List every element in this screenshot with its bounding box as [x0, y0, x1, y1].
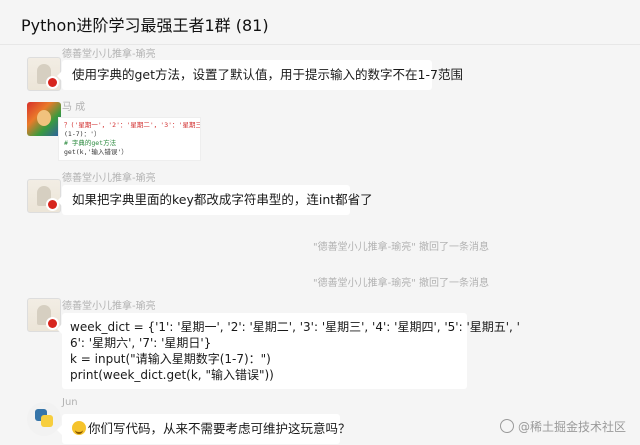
- avatar[interactable]: [27, 57, 61, 91]
- watermark: @稀土掘金技术社区: [499, 418, 626, 435]
- python-logo-yellow: [41, 415, 53, 427]
- group-title[interactable]: Python进阶学习最强王者1群 (81): [21, 12, 269, 36]
- message-text: 如果把字典里面的key都改成字符串型的，连int都省了: [72, 192, 373, 207]
- message-list[interactable]: 德善堂小儿推拿-瑜亮 使用字典的get方法，设置了默认值，用于提示输入的数字不在…: [0, 45, 640, 445]
- image-text-line: (1-7)：'）: [64, 130, 101, 138]
- watermark-text: @稀土掘金技术社区: [517, 420, 626, 434]
- image-text-line: get(k,'输入错误'）: [64, 148, 128, 156]
- code-line: week_dict = {'1': '星期一', '2': '星期二', '3'…: [70, 320, 520, 334]
- message-bubble[interactable]: 你们写代码，从来不需要考虑可维护这玩意吗？: [57, 414, 351, 444]
- sender-name: 德善堂小儿推拿-瑜亮: [62, 49, 156, 60]
- recall-notice: "德善堂小儿推拿-瑜亮" 撤回了一条消息: [313, 278, 489, 289]
- sender-name: 德善堂小儿推拿-瑜亮: [62, 301, 156, 312]
- juejin-logo-icon: [499, 419, 514, 433]
- message-bubble[interactable]: week_dict = {'1': '星期一', '2': '星期二', '3'…: [57, 313, 520, 389]
- code-line: k = input("请输入星期数字(1-7)："): [70, 352, 271, 366]
- recall-notice: "德善堂小儿推拿-瑜亮" 撤回了一条消息: [313, 242, 489, 253]
- image-message[interactable]: ？('星期一'，'2'：'星期二'，'3'：'星期三'，'4'：'星期四'， (…: [58, 117, 201, 161]
- code-line: print(week_dict.get(k, "输入错误")): [70, 368, 274, 382]
- message-text: 你们写代码，从来不需要考虑可维护这玩意吗？: [88, 421, 351, 436]
- laughing-emoji-icon: [72, 421, 86, 435]
- code-line: 6': '星期六', '7': '星期日'}: [70, 336, 212, 350]
- avatar[interactable]: [27, 402, 61, 436]
- sender-name: 德善堂小儿推拿-瑜亮: [62, 173, 156, 184]
- sender-name: Jun: [62, 397, 78, 408]
- message-bubble[interactable]: 如果把字典里面的key都改成字符串型的，连int都省了: [57, 185, 373, 215]
- message-text: 使用字典的get方法，设置了默认值，用于提示输入的数字不在1-7范围: [72, 67, 463, 82]
- image-text-line: ？('星期一'，'2'：'星期二'，'3'：'星期三'，'4'：'星期四'，: [64, 121, 200, 129]
- chat-header: Python进阶学习最强王者1群 (81): [0, 0, 640, 45]
- image-text-line: # 字典的get方法: [64, 139, 117, 147]
- avatar[interactable]: [27, 102, 61, 136]
- avatar[interactable]: [27, 179, 61, 213]
- avatar[interactable]: [27, 298, 61, 332]
- message-bubble[interactable]: 使用字典的get方法，设置了默认值，用于提示输入的数字不在1-7范围: [57, 60, 463, 90]
- sender-name: 马 成: [62, 102, 86, 113]
- avatar-face: [37, 110, 51, 126]
